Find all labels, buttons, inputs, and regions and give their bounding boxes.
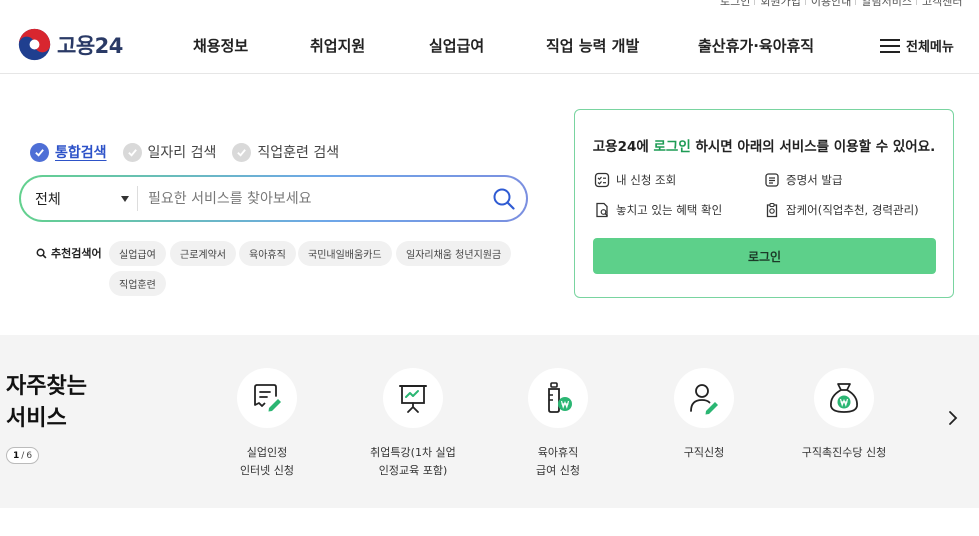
tab-label: 일자리 검색 (147, 145, 217, 161)
service-item-employment-lecture[interactable]: 취업특강(1차 실업 인정교육 포함) (343, 368, 483, 480)
caret-down-icon (121, 196, 129, 202)
tab-job-search[interactable]: 일자리 검색 (122, 142, 217, 162)
frequent-services-section: 자주찾는 서비스 1 / 6 실업인정 인터넷 신청 취업특강(1차 실업 인정… (0, 335, 979, 508)
search-category-value: 전체 (35, 191, 61, 208)
login-button[interactable]: 로그인 (593, 238, 936, 274)
checklist-icon (594, 172, 610, 188)
title-highlight: 로그인 (653, 139, 691, 155)
service-name: 육아휴직 급여 신청 (536, 446, 580, 477)
section-title: 자주찾는 서비스 (6, 371, 87, 435)
service-item-job-seeking-allowance[interactable]: 구직촉진수당 신청 (774, 368, 914, 462)
keyword-chip[interactable]: 근로계약서 (170, 241, 236, 266)
title-prefix: 고용24에 (592, 139, 654, 155)
chevron-right-icon[interactable] (944, 409, 962, 427)
tab-label: 직업훈련 검색 (257, 145, 340, 161)
service-item-unemployment-recognition[interactable]: 실업인정 인터넷 신청 (197, 368, 337, 480)
service-name: 취업특강(1차 실업 인정교육 포함) (370, 446, 456, 477)
search-category-select[interactable]: 전체 (21, 177, 137, 220)
baby-bottle-won-icon (548, 382, 572, 413)
login-panel-title: 고용24에 로그인 하시면 아래의 서비스를 이용할 수 있어요. (575, 135, 953, 155)
person-pen-icon (690, 384, 718, 415)
small-search-icon (36, 248, 47, 258)
presentation-board-icon (399, 385, 427, 413)
nav-item-employment-support[interactable]: 취업지원 (310, 35, 365, 56)
item-label: 놓치고 있는 혜택 확인 (616, 203, 723, 217)
tab-label: 통합검색 (55, 145, 107, 161)
service-name: 실업인정 인터넷 신청 (239, 446, 295, 477)
document-pen-icon (254, 384, 281, 412)
nav-item-vocational-training[interactable]: 직업 능력 개발 (546, 35, 639, 56)
page-total: 6 (26, 450, 33, 461)
service-icon-circle (383, 368, 443, 428)
service-item-parental-leave-benefit[interactable]: 육아휴직 급여 신청 (488, 368, 628, 480)
title-suffix: 하시면 아래의 서비스를 이용할 수 있어요. (690, 139, 936, 155)
nav-item-unemployment-benefit[interactable]: 실업급여 (429, 35, 484, 56)
nav-item-jobs[interactable]: 채용정보 (193, 35, 248, 56)
service-icon-circle (674, 368, 734, 428)
check-circle-icon (122, 142, 142, 162)
service-name: 구직신청 (683, 446, 725, 459)
nav-item-parental-leave[interactable]: 출산휴가·육아휴직 (698, 35, 814, 56)
login-panel: 고용24에 로그인 하시면 아래의 서비스를 이용할 수 있어요. 내 신청 조… (574, 109, 954, 298)
search-box: 전체 (19, 175, 528, 222)
page-separator: / (21, 450, 25, 461)
keyword-chip[interactable]: 국민내일배움카드 (298, 241, 392, 266)
career-document-icon (766, 202, 778, 218)
item-label: 내 신청 조회 (616, 173, 677, 187)
page-indicator: 1 / 6 (6, 447, 40, 464)
search-input[interactable] (138, 177, 482, 220)
jobcare-link[interactable]: 잡케어(직업추천, 경력관리) (764, 202, 919, 218)
keyword-chip[interactable]: 일자리채움 청년지원금 (396, 241, 512, 266)
printer-icon (765, 173, 779, 187)
hamburger-icon (880, 38, 900, 53)
search-button[interactable] (482, 177, 526, 220)
tab-integrated-search[interactable]: 통합검색 (30, 142, 107, 162)
tab-training-search[interactable]: 직업훈련 검색 (232, 142, 339, 162)
service-icon-circle (528, 368, 588, 428)
all-menu-button[interactable]: 전체메뉴 (880, 36, 954, 55)
taeguk-logo-icon (18, 28, 51, 61)
document-search-icon (596, 202, 608, 218)
recommended-label-text: 추천검색어 (51, 247, 102, 260)
search-icon (493, 188, 515, 210)
all-menu-label: 전체메뉴 (906, 40, 954, 55)
money-bag-won-icon (830, 383, 858, 413)
search-tabs: 통합검색 일자리 검색 직업훈련 검색 (30, 142, 339, 162)
keyword-chip[interactable]: 육아휴직 (239, 241, 296, 266)
keyword-chip[interactable]: 직업훈련 (109, 271, 166, 296)
section-title-line1: 자주찾는 (6, 374, 87, 399)
item-label: 잡케어(직업추천, 경력관리) (786, 203, 919, 217)
missed-benefits-link[interactable]: 놓치고 있는 혜택 확인 (594, 202, 722, 218)
item-label: 증명서 발급 (786, 173, 843, 187)
logo-text: 고용24 (57, 33, 123, 58)
site-header: 고용24 채용정보 취업지원 실업급여 직업 능력 개발 출산휴가·육아휴직 전… (0, 0, 979, 74)
certificate-issue-link[interactable]: 증명서 발급 (764, 172, 843, 188)
my-applications-link[interactable]: 내 신청 조회 (594, 172, 676, 188)
check-circle-icon (30, 142, 49, 162)
service-name: 구직촉진수당 신청 (801, 446, 887, 459)
service-icon-circle (237, 368, 297, 428)
page-current: 1 (13, 450, 20, 461)
section-title-line2: 서비스 (6, 406, 67, 431)
site-logo[interactable]: 고용24 (18, 28, 123, 61)
check-circle-icon (232, 142, 252, 162)
service-item-job-application[interactable]: 구직신청 (634, 368, 774, 462)
service-icon-circle (814, 368, 874, 428)
recommended-label: 추천검색어 (36, 245, 102, 261)
keyword-chip[interactable]: 실업급여 (109, 241, 166, 266)
